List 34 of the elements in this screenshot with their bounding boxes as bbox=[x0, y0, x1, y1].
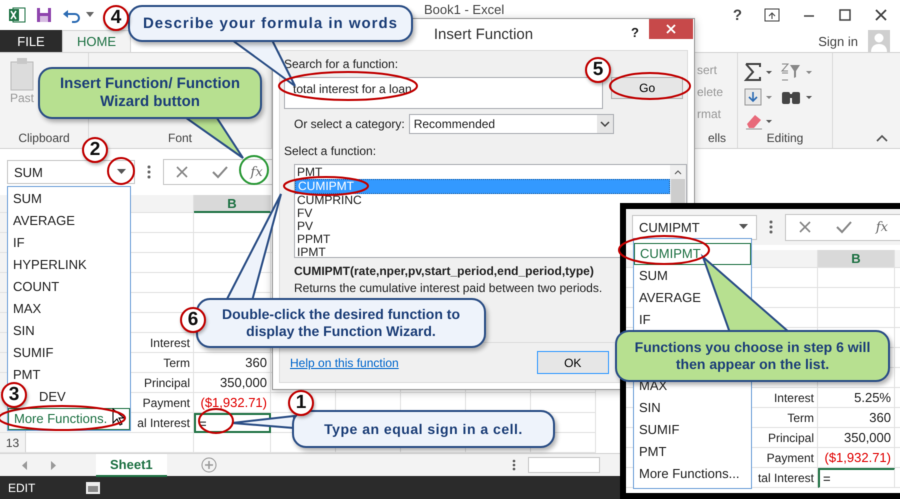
row-label: Term bbox=[163, 356, 190, 370]
field-label: Select a function: bbox=[284, 144, 376, 158]
table-cell: 360 bbox=[818, 408, 895, 428]
field-label: Search for a function: bbox=[284, 57, 398, 71]
field-label: Or select a category: bbox=[294, 117, 405, 131]
table-cell: 5.25% bbox=[818, 388, 895, 408]
row-label: tal Interest bbox=[758, 470, 814, 484]
group-label: Clipboard bbox=[17, 131, 71, 145]
status-mode: EDIT bbox=[8, 481, 36, 495]
callout-bubble: Functions you choose in step 6 will then appear on the list. bbox=[615, 330, 890, 382]
dialog-title: Insert Function bbox=[434, 26, 534, 43]
table-cell: 350,000 bbox=[194, 373, 271, 393]
row-label: Term bbox=[787, 410, 814, 424]
group-label: Font bbox=[166, 131, 193, 145]
function-description: Returns the cumulative interest paid between two periods. bbox=[294, 281, 602, 295]
function-signature: CUMIPMT(rate,nper,pv,start_period,end_period,type) bbox=[294, 264, 594, 278]
row-label: Interest bbox=[774, 390, 814, 404]
group-label: Editing bbox=[766, 131, 804, 145]
table-cell: 360 bbox=[194, 353, 271, 373]
group-label: ells bbox=[706, 131, 727, 145]
row-label: Payment bbox=[142, 396, 190, 410]
row-label: al Interest bbox=[137, 416, 190, 430]
step-number-marker: 1 bbox=[288, 390, 314, 416]
row-label: Principal bbox=[144, 376, 190, 390]
row-label: Interest bbox=[150, 336, 190, 350]
window-title: Book1 - Excel bbox=[424, 2, 506, 17]
row-label: Payment bbox=[766, 450, 814, 464]
table-cell: 350,000 bbox=[818, 428, 895, 448]
row-label: Principal bbox=[768, 430, 814, 444]
callout-bubble: Type an equal sign in a cell. bbox=[292, 410, 555, 448]
step-number-marker: 6 bbox=[180, 307, 206, 333]
row-number: 13 bbox=[6, 436, 20, 450]
table-cell: ($1,932.71) bbox=[194, 393, 271, 413]
table-cell: ($1,932.71) bbox=[818, 448, 895, 468]
